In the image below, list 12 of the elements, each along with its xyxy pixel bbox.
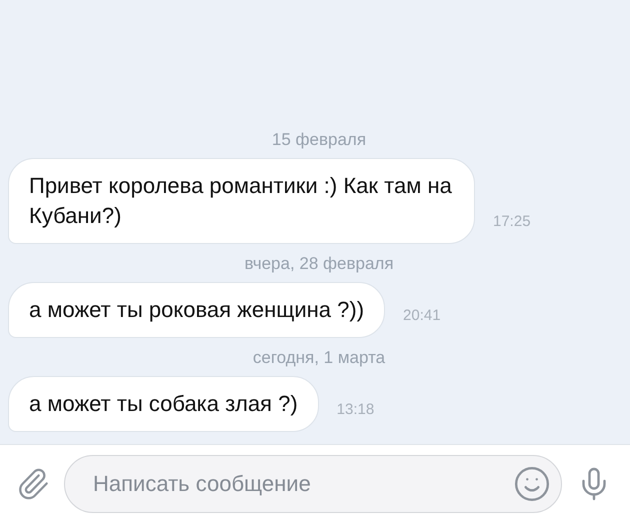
message-bubble: Привет королева романтики :) Как там на Кубани?) <box>8 158 475 244</box>
message-time: 17:25 <box>493 213 531 232</box>
date-divider: сегодня, 1 марта <box>252 348 386 368</box>
message-field[interactable]: Написать сообщение <box>64 454 562 512</box>
emoji-icon[interactable] <box>513 464 551 502</box>
message-time: 13:18 <box>336 401 374 420</box>
message-bubble: а может ты собака злая ?) <box>8 376 319 432</box>
date-divider: 15 февраля <box>272 130 366 150</box>
message-time: 20:41 <box>403 307 441 326</box>
paperclip-icon[interactable] <box>16 466 50 500</box>
date-divider: вчера, 28 февраля <box>244 254 394 274</box>
message-bubble: а может ты роковая женщина ?)) <box>8 282 386 338</box>
